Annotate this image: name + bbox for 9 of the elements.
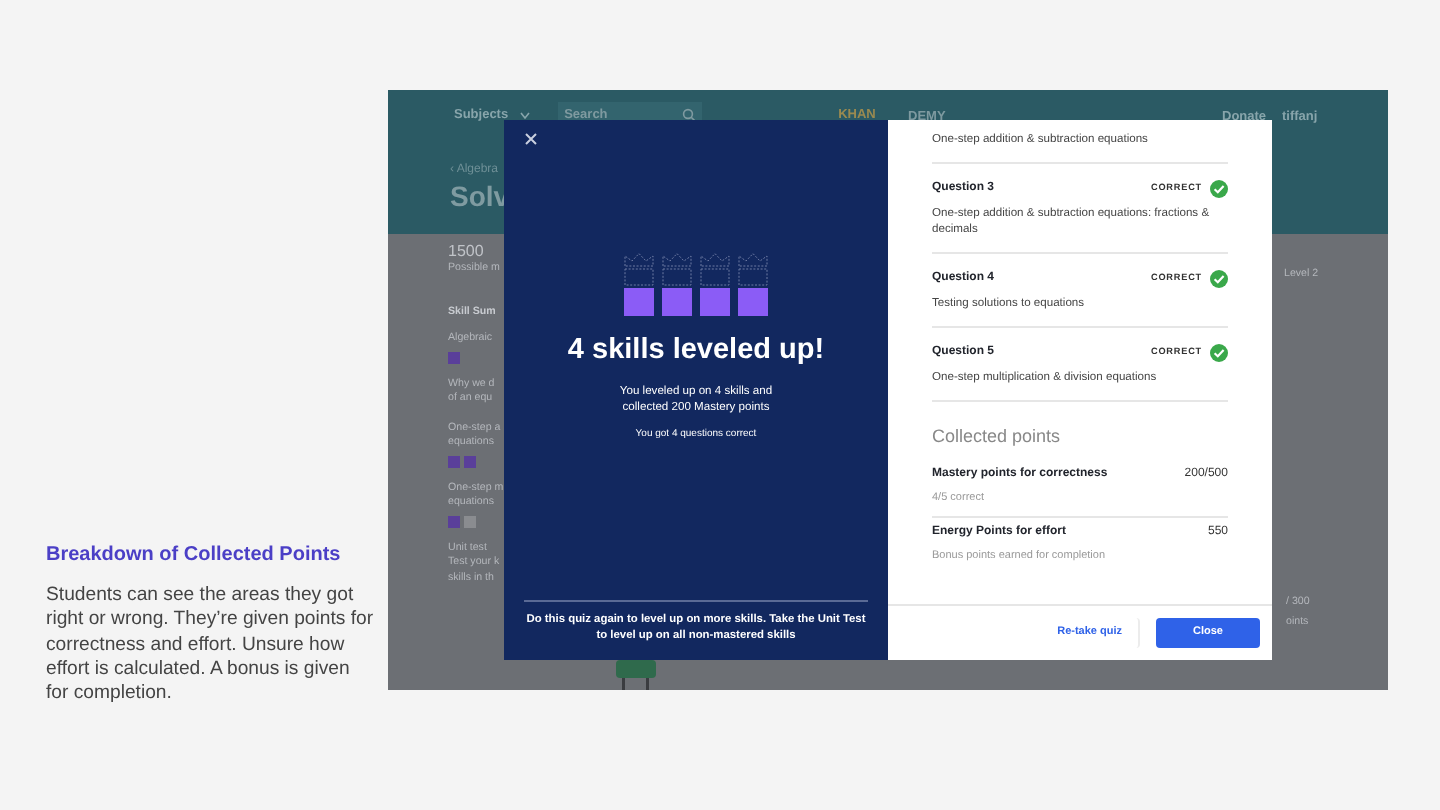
slide-title: Breakdown of Collected Points (46, 542, 343, 570)
caret-icon (520, 111, 531, 119)
close-icon[interactable] (524, 132, 538, 146)
points-value: 1500 (448, 242, 484, 262)
section-heading: Collected points (932, 424, 1063, 450)
slide-paragraph: Students can see the areas they got right or wrong. They’re given points for correctness and effort. Unsure how effort is calculated. A bonus is given for completion. (46, 584, 376, 707)
summary-headline: 4 skills leveled up! (567, 332, 825, 370)
stand-icon (616, 660, 656, 690)
search-icon (682, 108, 697, 122)
